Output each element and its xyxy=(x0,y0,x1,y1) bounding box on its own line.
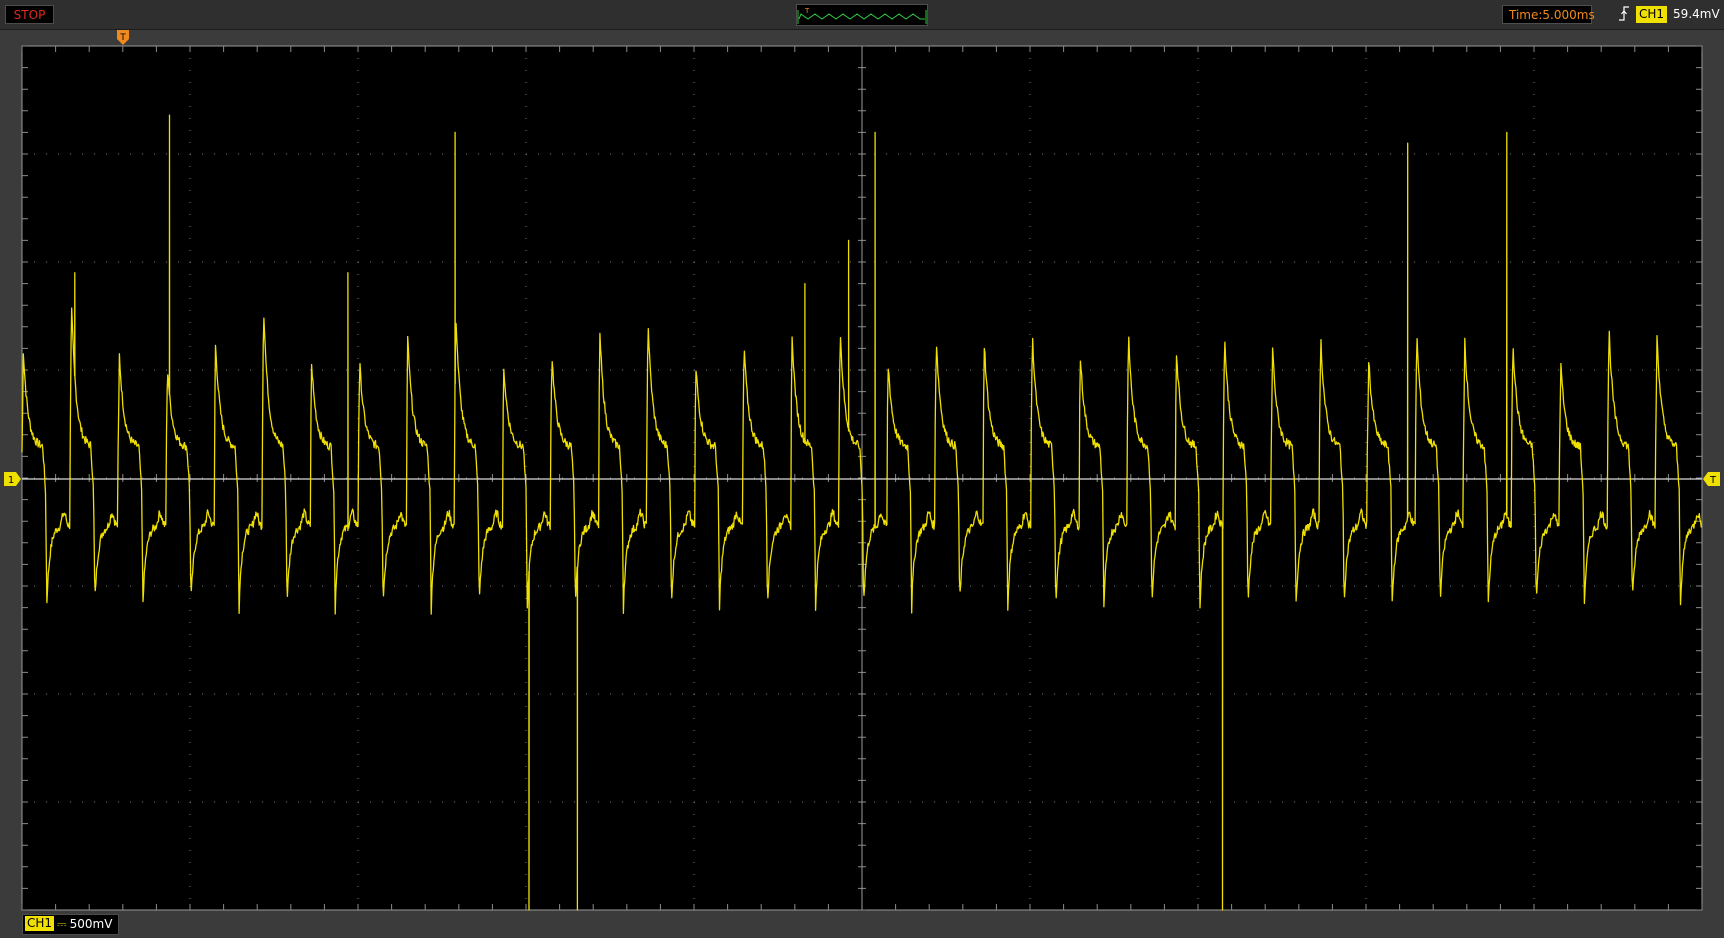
timebase-readout[interactable]: Time:5.000ms xyxy=(1502,5,1595,24)
trigger-readout[interactable]: CH1 59.4mV xyxy=(1618,5,1720,24)
trigger-channel-label: CH1 xyxy=(1636,6,1668,23)
ch1-scale-readout[interactable]: CH1 ⎓ 500mV xyxy=(22,914,120,935)
ch1-volts-per-div: 500mV xyxy=(69,917,113,931)
svg-text:T: T xyxy=(1709,475,1717,486)
ch1-label: CH1 xyxy=(25,916,55,931)
waveform-overview-strip[interactable]: T xyxy=(796,4,928,26)
run-stop-indicator[interactable]: STOP xyxy=(5,5,54,24)
top-status-bar: STOP T Time:5.000ms CH1 59.4mV xyxy=(0,0,1724,30)
overview-trigger-marker: T xyxy=(804,7,810,15)
dc-coupling-icon: ⎓ xyxy=(57,917,67,931)
svg-text:1: 1 xyxy=(8,475,14,486)
oscilloscope-display[interactable]: T 1 T xyxy=(0,30,1724,938)
svg-text:T: T xyxy=(119,33,126,43)
trigger-level-value: 59.4mV xyxy=(1673,7,1720,21)
rising-edge-icon xyxy=(1618,5,1636,28)
